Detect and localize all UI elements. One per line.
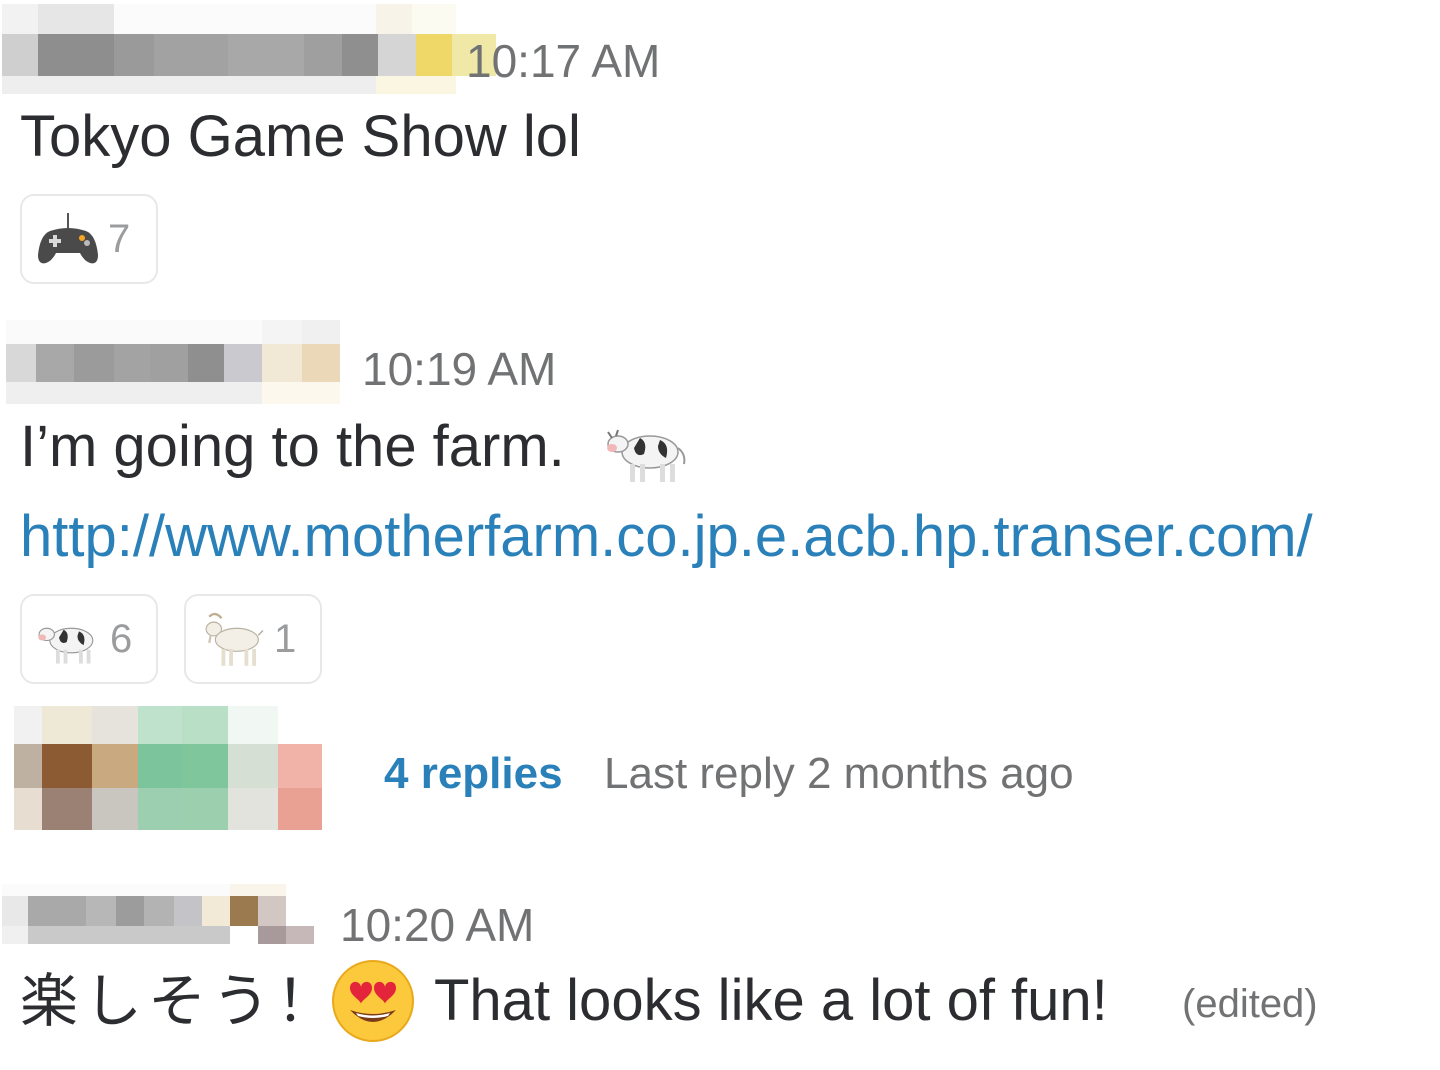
message-text-japanese: 楽しそう！ [20, 967, 341, 1035]
reaction-count: 6 [110, 616, 133, 661]
reaction-goat[interactable]: 1 [184, 594, 322, 684]
sender-name-blurred[interactable] [2, 884, 314, 944]
video-game-controller-icon [36, 207, 100, 271]
message-timestamp[interactable]: 10:17 AM [466, 38, 660, 84]
sender-name-blurred[interactable] [2, 4, 496, 94]
edited-label: (edited) [1182, 982, 1318, 1026]
thread-last-reply: Last reply 2 months ago [604, 749, 1074, 798]
reaction-video-game[interactable]: 7 [20, 194, 158, 284]
message-timestamp[interactable]: 10:20 AM [340, 902, 534, 948]
thread-replies-link[interactable]: 4 replies [384, 752, 563, 796]
reaction-cow[interactable]: 6 [20, 594, 158, 684]
reaction-count: 7 [108, 216, 131, 261]
message-text-english: That looks like a lot of fun! [434, 968, 1108, 1033]
message-link[interactable]: http://www.motherfarm.co.jp.e.acb.hp.tra… [20, 508, 1313, 566]
message-text: Tokyo Game Show lol [20, 104, 581, 169]
message-text: I’m going to the farm. [20, 414, 565, 479]
thread-participant-avatars[interactable] [14, 706, 322, 830]
cow-icon [36, 611, 102, 667]
cow-icon [604, 414, 690, 491]
sender-name-blurred[interactable] [6, 320, 340, 404]
goat-icon [200, 609, 266, 669]
heart-eyes-face-icon [330, 958, 416, 1049]
reaction-count: 1 [274, 616, 297, 661]
message-timestamp[interactable]: 10:19 AM [362, 346, 556, 392]
